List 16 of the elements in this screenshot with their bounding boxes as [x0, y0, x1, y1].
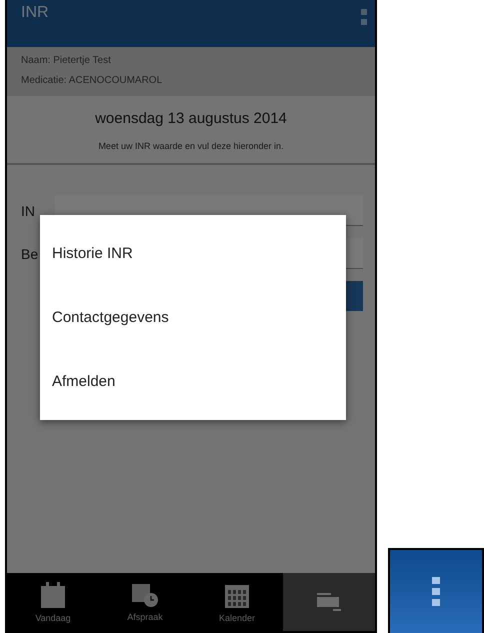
overflow-menu-icon[interactable] — [361, 8, 367, 28]
date-heading: woensdag 13 augustus 2014 — [95, 110, 287, 127]
overflow-menu-icon — [432, 576, 440, 606]
menu-item[interactable]: Historie INR — [40, 236, 346, 270]
app-title: INR — [21, 4, 49, 22]
tab[interactable] — [283, 573, 375, 631]
calendar-page-icon — [40, 581, 66, 609]
calendar-clock-icon — [131, 582, 159, 608]
menu-item[interactable]: Contactgegevens — [40, 300, 346, 334]
patient-name: Naam: Pietertje Test — [21, 55, 112, 66]
form-icon — [315, 591, 343, 613]
field-label: Be — [21, 246, 40, 262]
menu-item[interactable]: Afmelden — [40, 365, 346, 398]
instruction-text: Meet uw INR waarde en vul deze hieronder in. — [98, 141, 284, 151]
field-label: IN — [21, 202, 36, 218]
medication-text: Medicatie: ACENOCOUMAROL — [21, 75, 164, 86]
